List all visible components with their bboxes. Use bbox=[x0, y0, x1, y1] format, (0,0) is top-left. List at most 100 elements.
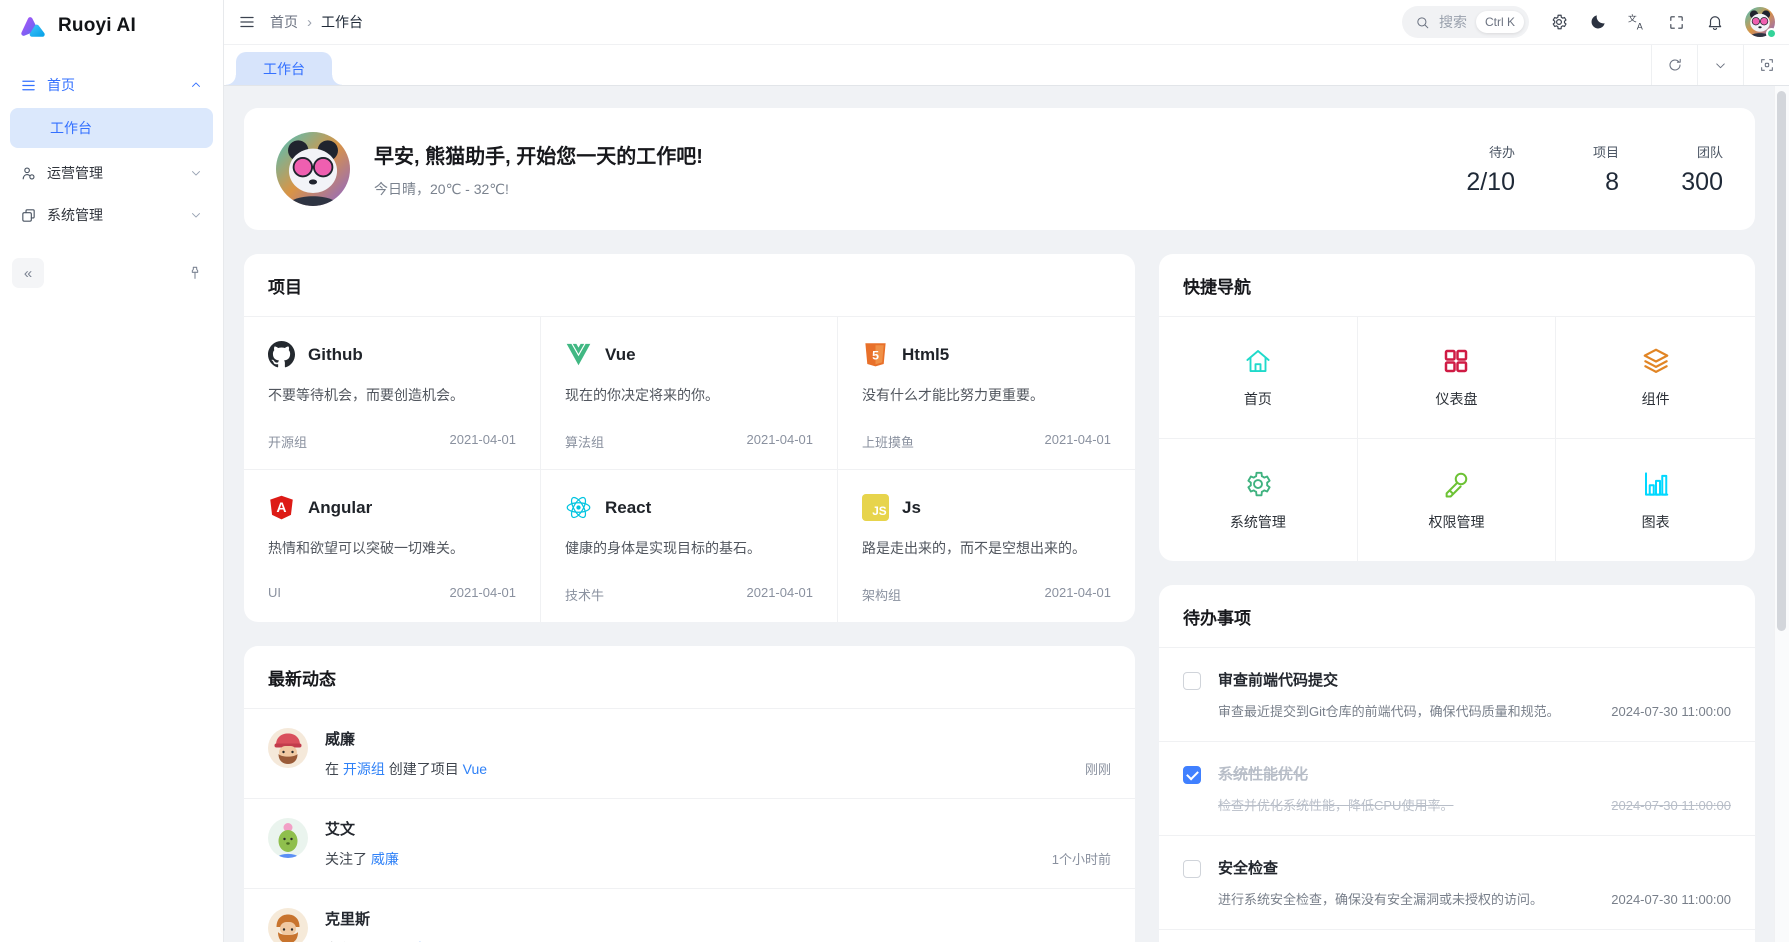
notification-bell-icon[interactable] bbox=[1706, 13, 1724, 31]
tab-workbench[interactable]: 工作台 bbox=[236, 52, 332, 85]
project-js[interactable]: JS Js 路是走出来的，而不是空想出来的。 架构组 2021-04-01 bbox=[838, 470, 1135, 622]
sidebar-item-label: 首页 bbox=[47, 75, 75, 95]
todo-checkbox-checked[interactable] bbox=[1183, 766, 1201, 784]
sidebar-item-label: 系统管理 bbox=[47, 205, 103, 225]
todo-item-completed: 系统性能优化 检查并优化系统性能，降低CPU使用率。 2024-07-30 11… bbox=[1159, 741, 1755, 835]
translate-icon[interactable]: 文A bbox=[1628, 13, 1647, 32]
weather-text: 今日晴，20℃ - 32℃! bbox=[374, 179, 703, 199]
main-area: 首页 › 工作台 搜索 Ctrl K 文A bbox=[224, 0, 1789, 942]
scrollbar-thumb[interactable] bbox=[1777, 91, 1786, 631]
svg-text:A: A bbox=[1637, 21, 1644, 31]
project-date: 2021-04-01 bbox=[747, 432, 814, 451]
topbar: 首页 › 工作台 搜索 Ctrl K 文A bbox=[224, 0, 1789, 44]
windows-icon bbox=[20, 207, 37, 224]
activity-link[interactable]: 开源组 bbox=[343, 761, 385, 777]
project-vue[interactable]: Vue 现在的你决定将来的你。 算法组 2021-04-01 bbox=[541, 317, 838, 470]
activity-time: 刚刚 bbox=[1065, 759, 1111, 778]
search-placeholder: 搜索 bbox=[1439, 12, 1467, 32]
todo-item: 安全检查 进行系统安全检查，确保没有安全漏洞或未授权的访问。 2024-07-3… bbox=[1159, 835, 1755, 929]
project-group: 开源组 bbox=[268, 432, 307, 451]
project-angular[interactable]: A Angular 热情和欲望可以突破一切难关。 UI 2021-04-01 bbox=[244, 470, 541, 622]
project-date: 2021-04-01 bbox=[747, 585, 814, 604]
html5-logo-icon: 5 bbox=[862, 341, 889, 368]
refresh-icon[interactable] bbox=[1651, 45, 1697, 85]
svg-text:JS: JS bbox=[872, 504, 887, 518]
activity-description: 在 开源组 创建了项目 Vue bbox=[325, 759, 487, 779]
sidebar-collapse-button[interactable]: « bbox=[12, 258, 44, 288]
project-html5[interactable]: 5 Html5 没有什么才能比努力更重要。 上班摸鱼 2021-04-01 bbox=[838, 317, 1135, 470]
quicknav-permission[interactable]: 权限管理 bbox=[1358, 439, 1557, 561]
tab-label: 工作台 bbox=[263, 59, 305, 79]
sidebar-footer: « bbox=[0, 248, 223, 298]
breadcrumb: 首页 › 工作台 bbox=[270, 12, 363, 32]
project-date: 2021-04-01 bbox=[1045, 585, 1112, 604]
avatar-william bbox=[268, 728, 308, 768]
vue-logo-icon bbox=[565, 341, 592, 368]
todo-timestamp: 2024-07-30 11:00:00 bbox=[1591, 892, 1731, 907]
react-logo-icon bbox=[565, 494, 592, 521]
dark-mode-moon-icon[interactable] bbox=[1589, 13, 1607, 31]
chevron-down-icon[interactable] bbox=[1697, 45, 1743, 85]
breadcrumb-home[interactable]: 首页 bbox=[270, 12, 298, 32]
activity-item: 克里斯 发布了 个人动态 1天前 bbox=[244, 888, 1135, 942]
activity-list: 威廉 在 开源组 创建了项目 Vue 刚刚 bbox=[244, 709, 1135, 942]
todo-item: 更新项目依赖 bbox=[1159, 929, 1755, 942]
activity-link[interactable]: 威廉 bbox=[371, 851, 399, 867]
quicknav-components[interactable]: 组件 bbox=[1556, 317, 1755, 439]
chevron-down-icon bbox=[189, 208, 203, 222]
scrollbar-track bbox=[1774, 86, 1789, 942]
welcome-stats: 待办 2/10 项目 8 团队 300 bbox=[1459, 142, 1723, 197]
project-group: 技术牛 bbox=[565, 585, 604, 604]
projects-grid: Github 不要等待机会，而要创造机会。 开源组 2021-04-01 bbox=[244, 317, 1135, 622]
todo-checkbox[interactable] bbox=[1183, 672, 1201, 690]
activity-link[interactable]: Vue bbox=[463, 761, 487, 777]
projects-card: 项目 Github 不要等待机会，而要创造机会。 bbox=[244, 254, 1135, 622]
settings-gear-icon[interactable] bbox=[1550, 13, 1568, 31]
activity-description: 关注了 威廉 bbox=[325, 849, 399, 869]
quicknav-charts[interactable]: 图表 bbox=[1556, 439, 1755, 561]
user-cog-icon bbox=[20, 165, 37, 182]
sidebar-item-workbench[interactable]: 工作台 bbox=[10, 108, 213, 148]
activity-card-title: 最新动态 bbox=[244, 646, 1135, 709]
svg-text:A: A bbox=[276, 499, 286, 515]
stat-team: 团队 300 bbox=[1667, 142, 1723, 197]
quicknav-system[interactable]: 系统管理 bbox=[1159, 439, 1358, 561]
app-logo[interactable]: Ruoyi AI bbox=[0, 0, 223, 52]
todo-list: 审查前端代码提交 审查最近提交到Git仓库的前端代码，确保代码质量和规范。 20… bbox=[1159, 648, 1755, 942]
user-avatar-large bbox=[276, 132, 350, 206]
stat-projects: 项目 8 bbox=[1563, 142, 1619, 197]
project-group: UI bbox=[268, 585, 281, 600]
bar-chart-icon bbox=[1641, 469, 1671, 499]
todo-item: 审查前端代码提交 审查最近提交到Git仓库的前端代码，确保代码质量和规范。 20… bbox=[1159, 648, 1755, 741]
todo-timestamp: 2024-07-30 11:00:00 bbox=[1591, 704, 1731, 719]
sidebar-item-operations[interactable]: 运营管理 bbox=[10, 154, 213, 192]
chevron-up-icon bbox=[189, 78, 203, 92]
activity-user-name: 艾文 bbox=[325, 818, 1111, 839]
sidebar-item-system[interactable]: 系统管理 bbox=[10, 196, 213, 234]
quicknav-home[interactable]: 首页 bbox=[1159, 317, 1358, 439]
todo-checkbox[interactable] bbox=[1183, 860, 1201, 878]
js-logo-icon: JS bbox=[862, 494, 889, 521]
quicknav-card-title: 快捷导航 bbox=[1159, 254, 1755, 317]
sidebar-pin-button[interactable] bbox=[179, 258, 211, 288]
quicknav-dashboard[interactable]: 仪表盘 bbox=[1358, 317, 1557, 439]
angular-logo-icon: A bbox=[268, 494, 295, 521]
sidebar-item-home[interactable]: 首页 bbox=[10, 66, 213, 104]
project-react[interactable]: React 健康的身体是实现目标的基石。 技术牛 2021-04-01 bbox=[541, 470, 838, 622]
fullscreen-icon[interactable] bbox=[1668, 14, 1685, 31]
sidebar-item-label: 运营管理 bbox=[47, 163, 103, 183]
content-fullscreen-icon[interactable] bbox=[1743, 45, 1789, 85]
user-avatar[interactable] bbox=[1745, 7, 1775, 37]
activity-item: 威廉 在 开源组 创建了项目 Vue 刚刚 bbox=[244, 709, 1135, 798]
project-date: 2021-04-01 bbox=[1045, 432, 1112, 451]
key-icon bbox=[1441, 469, 1471, 499]
search-input[interactable]: 搜索 Ctrl K bbox=[1402, 6, 1529, 38]
avatar-evan bbox=[268, 818, 308, 858]
todo-timestamp: 2024-07-30 11:00:00 bbox=[1591, 798, 1731, 813]
chevron-down-icon bbox=[189, 166, 203, 180]
greeting-title: 早安, 熊猫助手, 开始您一天的工作吧! bbox=[374, 140, 703, 169]
online-status-dot bbox=[1766, 28, 1777, 39]
hamburger-icon[interactable] bbox=[238, 13, 256, 31]
project-github[interactable]: Github 不要等待机会，而要创造机会。 开源组 2021-04-01 bbox=[244, 317, 541, 470]
breadcrumb-separator-icon: › bbox=[307, 14, 312, 31]
